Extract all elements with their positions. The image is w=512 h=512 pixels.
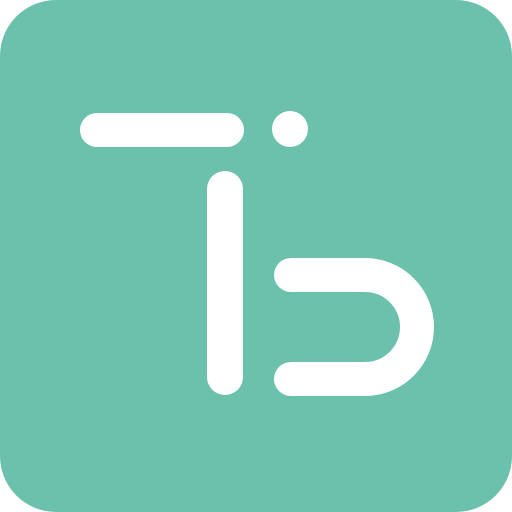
icon-background	[0, 0, 512, 512]
dot-mark	[272, 111, 308, 147]
tb-logo-icon	[0, 0, 512, 512]
app-icon	[0, 0, 512, 512]
